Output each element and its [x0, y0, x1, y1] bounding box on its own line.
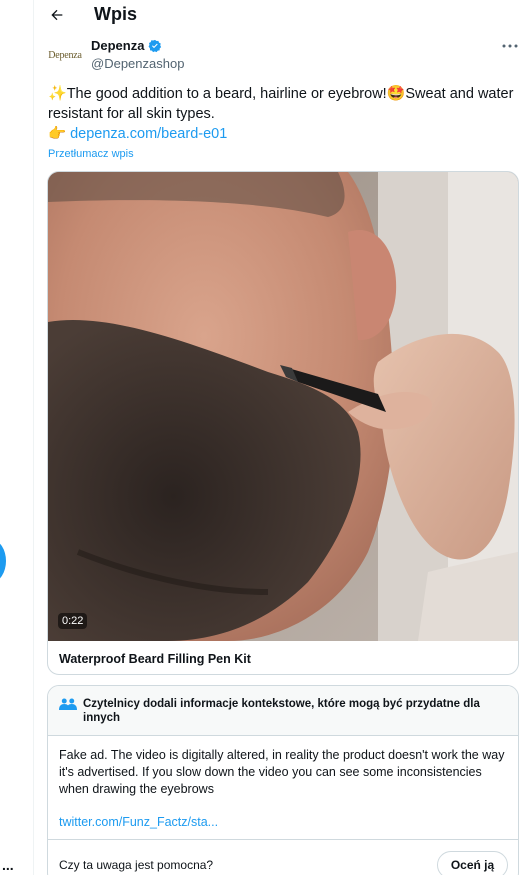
community-note: Czytelnicy dodali informacje kontekstowe… — [47, 685, 519, 875]
page-title: Wpis — [94, 4, 137, 24]
tweet-link[interactable]: depenza.com/beard-e01 — [70, 126, 227, 142]
avatar-logo-text: Depenza — [48, 49, 82, 61]
author-name[interactable]: Depenza — [91, 38, 144, 53]
community-note-body: Fake ad. The video is digitally altered,… — [59, 748, 505, 796]
back-button[interactable] — [46, 4, 68, 26]
sparkles-emoji: ✨ — [48, 85, 67, 102]
post-detail: Wpis Depenza Depenza @Depenzashop ✨The g… — [34, 0, 523, 875]
arrow-left-icon — [51, 9, 63, 21]
star-eyes-emoji: 🤩 — [386, 85, 406, 102]
card-caption[interactable]: Waterproof Beard Filling Pen Kit — [59, 652, 251, 666]
video-player[interactable]: 0:22 — [48, 172, 518, 641]
left-sidebar: ... — [0, 0, 34, 875]
verified-badge-icon[interactable] — [148, 39, 162, 53]
community-note-link[interactable]: twitter.com/Funz_Factz/sta... — [59, 815, 218, 829]
more-options-icon[interactable] — [502, 40, 520, 54]
tweet-text: ✨The good addition to a beard, hairline … — [48, 84, 523, 124]
media-card[interactable]: 0:22 Waterproof Beard Filling Pen Kit — [47, 171, 519, 675]
rate-note-button[interactable]: Oceń ją — [437, 851, 508, 875]
community-note-header: Czytelnicy dodali informacje kontekstowe… — [48, 686, 518, 736]
translate-link[interactable]: Przetłumacz wpis — [48, 148, 134, 160]
author-handle[interactable]: @Depenzashop — [91, 56, 184, 71]
pointing-emoji: 👉 — [48, 126, 67, 142]
avatar[interactable]: Depenza — [48, 44, 82, 66]
video-frame — [48, 172, 518, 641]
post-button-edge[interactable] — [0, 540, 6, 582]
community-note-title: Czytelnicy dodali informacje kontekstowe… — [83, 698, 480, 724]
tweet-link-line: 👉 depenza.com/beard-e01 — [48, 124, 227, 144]
sidebar-more-label[interactable]: ... — [2, 858, 14, 872]
video-duration: 0:22 — [58, 613, 88, 629]
divider — [48, 839, 518, 840]
page-header: Wpis — [34, 0, 523, 30]
helpful-question: Czy ta uwaga jest pomocna? — [59, 858, 214, 872]
author-block: Depenza @Depenzashop — [91, 38, 184, 71]
people-icon — [59, 698, 77, 710]
tweet-text-part1: The good addition to a beard, hairline o… — [66, 86, 387, 102]
